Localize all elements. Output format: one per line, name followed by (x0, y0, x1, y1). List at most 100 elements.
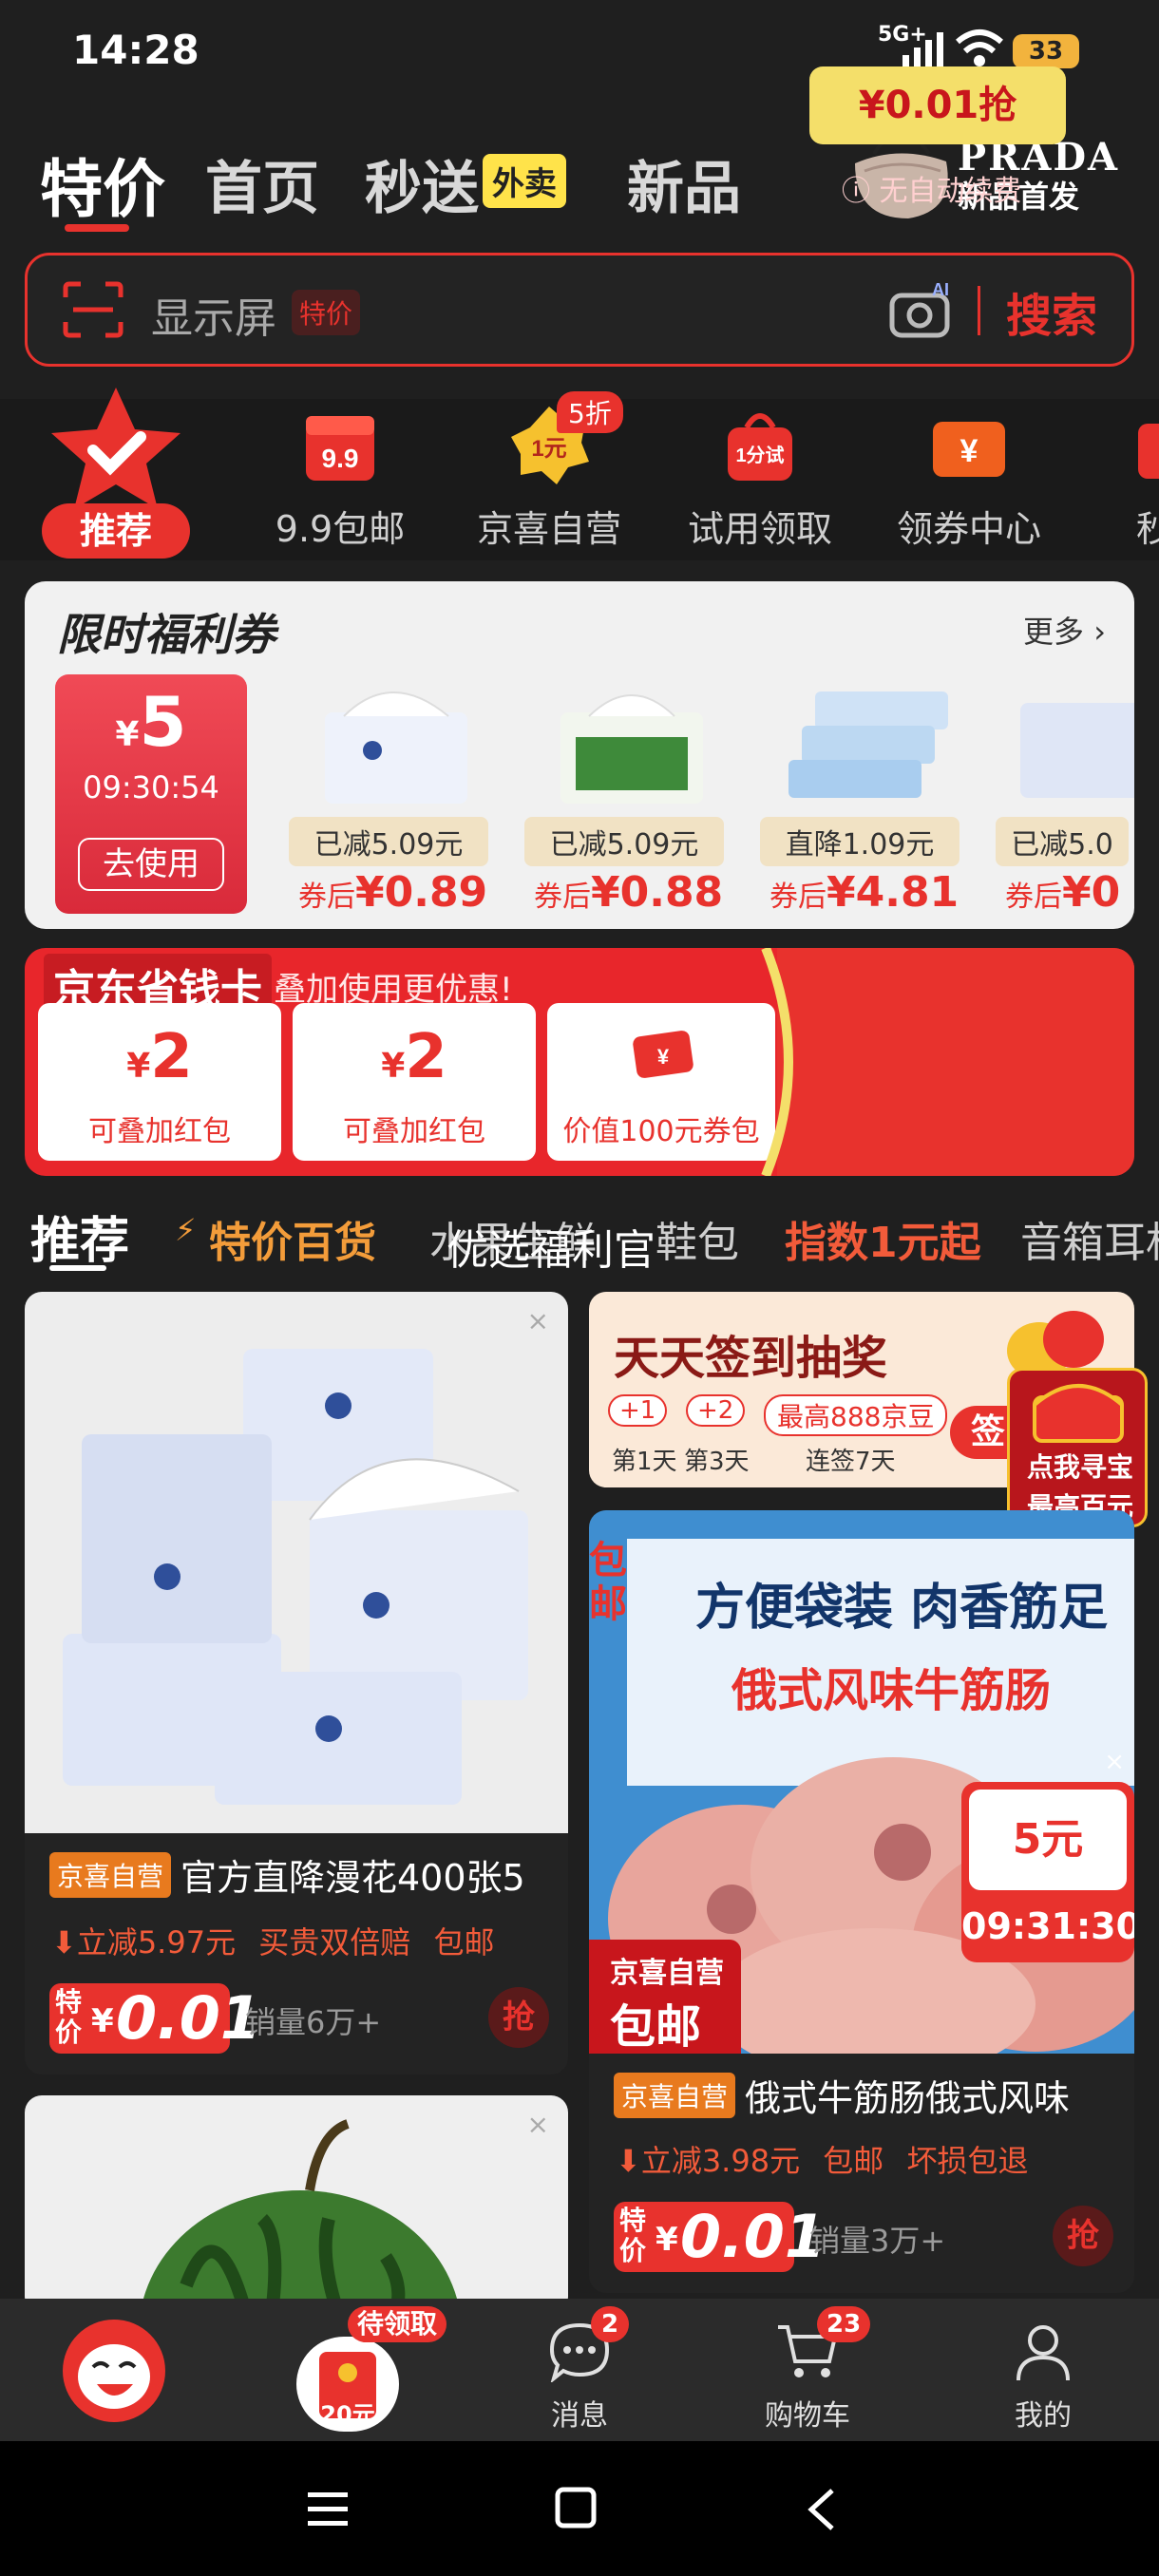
category-9-9[interactable]: 9.9 9.9包邮 (255, 403, 426, 552)
wipes-image (788, 691, 948, 798)
user-icon (1016, 2325, 1070, 2381)
close-icon[interactable]: × (527, 1305, 549, 1336)
float-line-1: 点我寻宝 (1026, 1451, 1133, 1483)
chevron-right-icon: › (1093, 614, 1106, 650)
battery-indicator: 33 (1013, 34, 1079, 68)
ai-camera-icon[interactable]: AI (888, 280, 955, 339)
gold-arc-decoration (761, 948, 793, 1176)
nav-messages[interactable]: 消息 (494, 2321, 665, 2434)
redpacket-entry[interactable]: 20元 (296, 2337, 399, 2432)
menu-icon[interactable] (306, 2489, 350, 2530)
arrow-down-icon: ⬇ (616, 2143, 641, 2179)
nav-cart[interactable]: 购物车 (722, 2321, 893, 2434)
product-promo: ⬇立减5.97元 买贵双倍赔 包邮 (51, 1924, 495, 1960)
more-link[interactable]: 更多 › (1023, 608, 1106, 652)
coupon-pack-label: 价值100元券包 (562, 1115, 760, 1148)
joy-mascot-icon[interactable] (61, 2318, 167, 2424)
sales-count: 销量6万+ (245, 2004, 382, 2040)
category-coupon-center[interactable]: ¥ 领券中心 (884, 403, 1054, 552)
redpacket-amount: ¥2 (126, 1022, 193, 1092)
category-label: 秒 (1136, 508, 1159, 550)
check-star-icon[interactable] (42, 384, 190, 517)
sparkle-icon: ⚡ (175, 1212, 197, 1248)
feed-tab-baihuo[interactable]: 特价百货 (209, 1208, 376, 1269)
price-tag: 特价 ¥ 0.01 (614, 2202, 826, 2272)
price-tag: 特价 ¥ 0.01 (49, 1983, 261, 2054)
svg-text:9.9: 9.9 (322, 444, 359, 473)
close-icon[interactable]: × (527, 2109, 549, 2140)
stackable-redpacket[interactable]: ¥2 可叠加红包 (38, 1003, 281, 1161)
buy-savings-card-button[interactable]: ¥0.01抢 (809, 66, 1066, 144)
feed-tab-index[interactable]: 指数1元起 (785, 1208, 981, 1269)
feed-tab-fuliguan[interactable]: 优选福利官 (446, 1216, 656, 1277)
cart-count-badge: 23 (817, 2306, 871, 2342)
voucher[interactable]: ¥5 09:30:54 去使用 (55, 674, 247, 914)
coupon-ticket-icon: ¥ (933, 422, 1005, 477)
category-partial[interactable]: 秒 (1092, 403, 1159, 552)
svg-text:1分试: 1分试 (735, 445, 784, 466)
sales-count: 销量3万+ (809, 2223, 946, 2259)
svg-text:AI: AI (932, 280, 949, 299)
signal-icon (902, 32, 943, 66)
savings-card-cta-area (761, 948, 1134, 1176)
coupon-product[interactable]: 已减5.09元 券后¥0.88 (524, 674, 733, 917)
info-icon: ⓘ (842, 175, 880, 208)
gift-9-9-icon: 9.9 (306, 416, 374, 481)
tab-miaosong[interactable]: 秒送 (365, 142, 479, 225)
tab-underline (65, 224, 129, 232)
flash-timer[interactable]: 5元 09:31:30 (961, 1782, 1134, 1962)
product-card[interactable]: × (25, 2095, 568, 2314)
discount-tag: 直降1.09元 (760, 817, 960, 866)
limited-coupon-card: 限时福利券 更多 › ¥5 09:30:54 去使用 已减5.09元 券后¥0.… (25, 581, 1134, 929)
search-bar[interactable]: 显示屏 特价 AI 搜索 (25, 253, 1134, 367)
grab-button[interactable]: 抢 (1053, 2206, 1113, 2266)
feed-tab-audio[interactable]: 音箱耳机 (1020, 1208, 1159, 1269)
coupon-product[interactable]: 已减5.09元 券后¥0.89 (289, 674, 498, 917)
tissue-image (325, 691, 467, 804)
search-divider (978, 286, 980, 335)
coupon-pack[interactable]: ¥ 价值100元券包 (547, 1003, 775, 1161)
svg-text:¥: ¥ (657, 1045, 670, 1069)
product-card[interactable]: 方便袋装 肉香筋足 俄式风味牛筋肠 包邮 京喜自营 包邮 × 5元 09:31:… (589, 1510, 1134, 2293)
tab-home[interactable]: 首页 (205, 142, 319, 225)
close-icon[interactable]: × (1104, 1748, 1125, 1776)
bean-chip: +1 (608, 1394, 668, 1427)
system-nav-bar (0, 2441, 1159, 2576)
home-icon[interactable] (555, 2487, 597, 2529)
store-tag: 京喜自营 (614, 2073, 736, 2118)
svg-text:¥: ¥ (960, 433, 978, 469)
back-icon[interactable] (804, 2487, 838, 2532)
nav-me[interactable]: 我的 (958, 2321, 1129, 2434)
tab-tejia[interactable]: 特价 (40, 139, 165, 230)
tab-new[interactable]: 新品 (627, 142, 741, 225)
category-label: 领券中心 (896, 508, 1041, 550)
category-trial[interactable]: 1分试 试用领取 (674, 403, 846, 552)
pending-badge: 待领取 (348, 2306, 447, 2342)
treasure-chest-icon (1033, 1384, 1124, 1443)
savings-card[interactable]: 京东省钱卡 叠加使用更优惠! ¥2 可叠加红包 ¥2 可叠加红包 ¥ 价值100… (25, 948, 1134, 1176)
scan-icon[interactable] (62, 280, 124, 339)
coupon-product[interactable]: 直降1.09元 券后¥4.81 (760, 674, 969, 917)
search-button[interactable]: 搜索 (1006, 278, 1097, 345)
after-coupon-price: 券后¥0.88 (534, 868, 724, 917)
tissue-image (560, 694, 703, 804)
treasure-hunt-float[interactable]: 点我寻宝 最高百元 (1007, 1368, 1148, 1527)
bean-chip: +2 (686, 1394, 746, 1427)
category-label: 9.9包邮 (275, 508, 406, 550)
stackable-redpacket[interactable]: ¥2 可叠加红包 (293, 1003, 536, 1161)
use-voucher-button[interactable]: 去使用 (78, 838, 224, 891)
image-headline: 方便袋装 肉香筋足 (695, 1579, 1109, 1637)
bean-chip: 最高888京豆 (764, 1394, 948, 1436)
feed-tab-recommend[interactable]: 推荐 (30, 1201, 129, 1272)
banner-title: 天天签到抽奖 (614, 1332, 888, 1385)
coupon-product[interactable]: 已减5.0 券后¥0 (996, 674, 1134, 914)
discount-tag: 已减5.09元 (289, 817, 488, 866)
category-label: 试用领取 (687, 508, 832, 550)
product-card[interactable]: × 京喜自营 官方直降漫花400张5 ⬇立减5.97元 买贵双倍赔 包邮 特价 … (25, 1292, 568, 2074)
feed-tab-underline (49, 1265, 106, 1271)
search-input[interactable]: 显示屏 (151, 284, 276, 345)
feed-tab-shoes-bags[interactable]: 鞋包 (656, 1208, 739, 1269)
image-side-badge: 包邮 (589, 1539, 627, 1626)
category-recommend[interactable]: 推荐 (42, 503, 190, 559)
grab-button[interactable]: 抢 (488, 1987, 549, 2048)
